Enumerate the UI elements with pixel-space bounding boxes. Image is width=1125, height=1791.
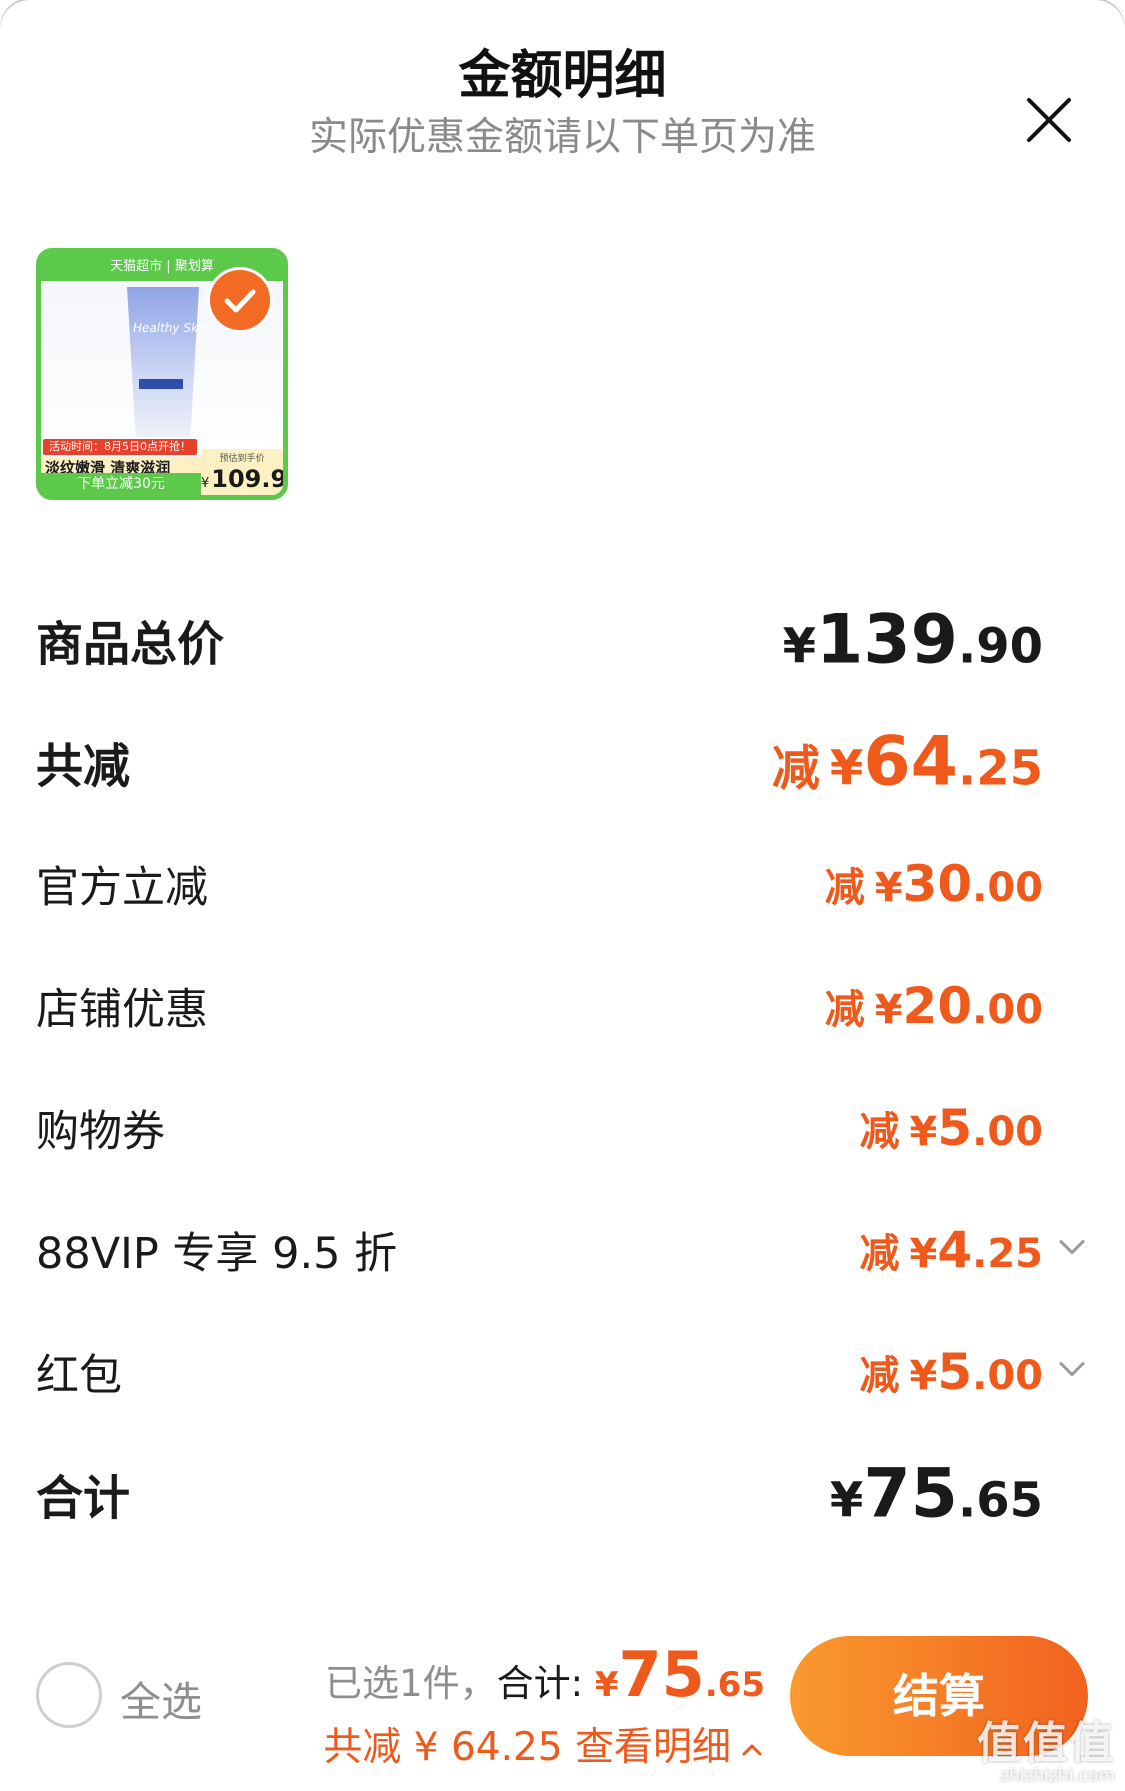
row-value-prefix: 减	[771, 740, 820, 797]
row-value: 减 ¥64.25	[772, 723, 1043, 802]
row-value-int: 64	[863, 722, 958, 802]
close-icon	[1027, 98, 1071, 142]
watermark-logo: 值值值	[977, 1718, 1115, 1769]
product-price-symbol: ¥	[201, 476, 210, 491]
row-label: 店铺优惠	[36, 985, 208, 1035]
row-value-prefix: 减	[824, 987, 865, 1033]
row-value-yen: ¥	[829, 740, 864, 797]
view-details-link[interactable]: 共减 ¥ 64.25 查看明细	[323, 1716, 765, 1772]
row-value-prefix: 减	[859, 1231, 900, 1277]
product-price: ¥109.9	[201, 467, 283, 495]
chevron-up-icon	[739, 1737, 765, 1763]
row-value-int: 30	[902, 855, 973, 913]
row-value-dec: .90	[957, 618, 1043, 675]
chevron-down-icon	[1059, 1240, 1085, 1255]
row-label: 88VIP 专享 9.5 折	[36, 1229, 398, 1279]
row-value: 减 ¥5.00	[860, 1343, 1044, 1401]
row-value-dec: .25	[957, 740, 1043, 797]
select-all-checkbox[interactable]	[36, 1662, 102, 1728]
sheet-subtitle: 实际优惠金额请以下单页为准	[308, 114, 816, 160]
row-value-dec: .00	[972, 1353, 1043, 1399]
product-tube-image	[127, 287, 199, 437]
row-label: 购物券	[36, 1107, 165, 1157]
total-int: 75	[618, 1638, 705, 1711]
row-value-dec: .00	[972, 1109, 1043, 1155]
expand-red-packet-button[interactable]	[1055, 1352, 1089, 1386]
sheet-title: 金额明细	[458, 46, 667, 106]
row-official-discount: 官方立减 减 ¥30.00	[0, 839, 1125, 929]
chevron-down-icon	[1059, 1362, 1085, 1377]
checkout-bar: 全选 已选1件，合计: ¥75.65 共减 ¥ 64.25 查看明细 结算 值值…	[0, 1620, 1125, 1791]
product-price-value: 109.9	[211, 465, 288, 493]
row-value-dec: .25	[972, 1231, 1043, 1277]
total-label: 合计:	[496, 1662, 595, 1705]
site-watermark: 值值值 zhizhizhi.com	[977, 1718, 1115, 1786]
row-value-yen: ¥	[909, 1353, 938, 1399]
row-value-yen: ¥	[782, 618, 817, 675]
row-value-yen: ¥	[874, 865, 903, 911]
row-88vip-discount[interactable]: 88VIP 专享 9.5 折 减 ¥4.25	[0, 1205, 1125, 1295]
select-all-label[interactable]: 全选	[120, 1668, 202, 1728]
row-value: 减 ¥5.00	[860, 1099, 1044, 1157]
row-label: 合计	[36, 1471, 130, 1527]
product-discount-strip: 下单立减30元	[41, 473, 201, 495]
sheet-header: 金额明细 实际优惠金额请以下单页为准	[0, 40, 1125, 163]
total-yen: ¥	[594, 1665, 619, 1705]
row-label: 商品总价	[36, 617, 224, 673]
row-store-discount: 店铺优惠 减 ¥20.00	[0, 961, 1125, 1051]
row-label: 共减	[36, 739, 130, 795]
product-activity-time: 活动时间：8月5日0点开抢！	[43, 439, 197, 455]
row-value-int: 5	[937, 1343, 973, 1401]
row-value-yen: ¥	[909, 1231, 938, 1277]
row-value: 减 ¥20.00	[825, 977, 1043, 1035]
row-value-prefix: 减	[859, 1353, 900, 1399]
row-value-dec: .00	[972, 987, 1043, 1033]
selected-count: 已选1件，	[325, 1662, 497, 1705]
row-red-packet[interactable]: 红包 减 ¥5.00	[0, 1327, 1125, 1417]
row-value-dec: .00	[972, 865, 1043, 911]
row-value-prefix: 减	[859, 1109, 900, 1155]
selection-summary: 已选1件，合计: ¥75.65	[325, 1638, 765, 1711]
row-value-int: 75	[863, 1454, 958, 1534]
check-icon	[224, 289, 256, 313]
total-dec: .65	[704, 1665, 765, 1705]
row-goods-total: 商品总价 ¥139.90	[0, 595, 1125, 685]
row-label: 官方立减	[36, 863, 208, 913]
row-value-prefix: 减	[824, 865, 865, 911]
row-value-dec: .65	[957, 1472, 1043, 1529]
watermark-domain: zhizhizhi.com	[1000, 1766, 1115, 1786]
row-value-yen: ¥	[829, 1472, 864, 1529]
row-value-int: 139	[816, 600, 958, 680]
row-label: 红包	[36, 1351, 122, 1401]
product-price-box: 预估到手价 ¥109.9	[201, 449, 283, 495]
selected-check-badge[interactable]	[207, 267, 273, 333]
row-shopping-coupon: 购物券 减 ¥5.00	[0, 1083, 1125, 1173]
row-value-int: 20	[902, 977, 973, 1035]
row-value: ¥75.65	[830, 1455, 1043, 1534]
total-amount: ¥75.65	[595, 1638, 765, 1711]
row-grand-total: 合计 ¥75.65	[0, 1449, 1125, 1539]
close-button[interactable]	[1021, 92, 1077, 148]
row-value-yen: ¥	[874, 987, 903, 1033]
row-value: ¥139.90	[783, 601, 1043, 680]
row-total-discount: 共减 减 ¥64.25	[0, 717, 1125, 807]
expand-88vip-button[interactable]	[1055, 1230, 1089, 1264]
row-value: 减 ¥4.25	[860, 1221, 1044, 1279]
row-value-int: 5	[937, 1099, 973, 1157]
saved-amount-text: 共减 ¥ 64.25 查看明细	[323, 1725, 731, 1770]
amount-detail-sheet: 金额明细 实际优惠金额请以下单页为准 天猫超市 | 聚划算 Healthy Sk…	[0, 0, 1125, 1791]
product-thumbnail[interactable]: 天猫超市 | 聚划算 Healthy Skin 活动时间：8月5日0点开抢！ 淡…	[36, 248, 288, 500]
row-value-yen: ¥	[909, 1109, 938, 1155]
product-tube-brand: Healthy Skin	[133, 321, 209, 335]
row-value: 减 ¥30.00	[825, 855, 1043, 913]
row-value-int: 4	[937, 1221, 973, 1279]
product-tube-tag	[139, 379, 183, 389]
